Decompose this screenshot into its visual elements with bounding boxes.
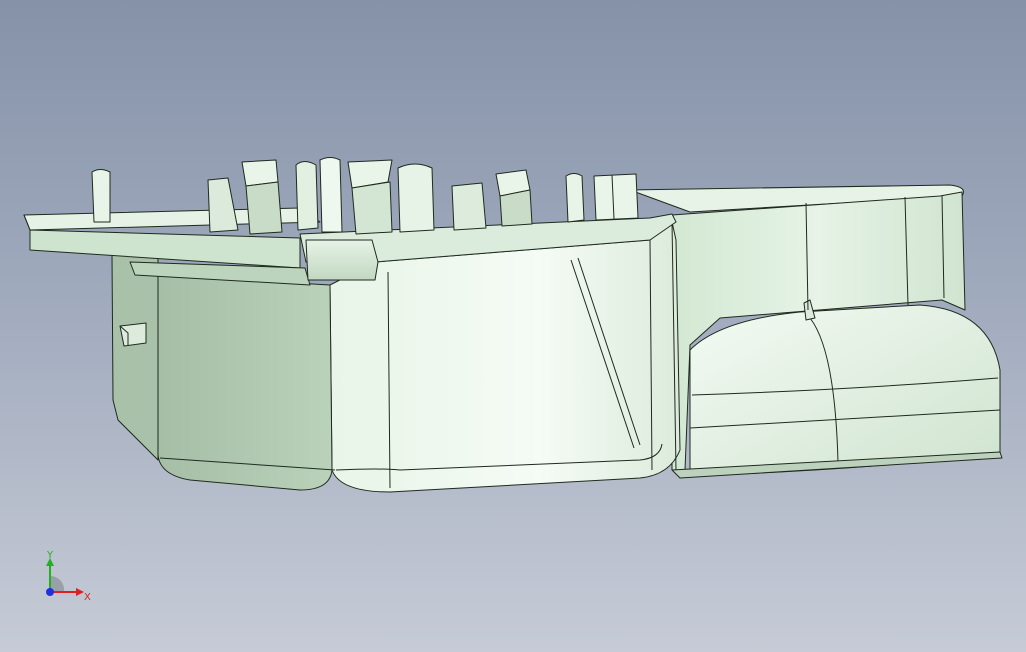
3d-viewport[interactable]: Y X bbox=[0, 0, 1026, 652]
rib-1 bbox=[207, 177, 239, 233]
pin-boss-right bbox=[565, 173, 585, 223]
front-face bbox=[329, 221, 681, 493]
rib-7 bbox=[351, 181, 393, 235]
rib-4 bbox=[295, 161, 319, 231]
rib-11 bbox=[499, 189, 533, 227]
left-slot bbox=[119, 322, 147, 347]
rib-9 bbox=[451, 182, 487, 231]
pin-boss-left bbox=[91, 169, 111, 223]
rib-3 bbox=[245, 181, 283, 235]
x-axis-arrow bbox=[76, 588, 84, 596]
top-rim-front bbox=[305, 239, 379, 281]
rib-8 bbox=[397, 163, 435, 233]
right-bulge bbox=[689, 304, 1001, 477]
rib-5 bbox=[319, 157, 343, 233]
cad-model[interactable] bbox=[0, 0, 1026, 652]
axis-triad: Y X bbox=[46, 550, 91, 603]
y-axis-label: Y bbox=[46, 550, 54, 561]
left-side-face bbox=[157, 274, 333, 491]
x-axis-label: X bbox=[84, 592, 91, 603]
left-rear-wall bbox=[111, 254, 159, 461]
rib-12 bbox=[593, 173, 639, 221]
z-axis-dot bbox=[46, 588, 54, 596]
rib-2 bbox=[241, 159, 279, 187]
